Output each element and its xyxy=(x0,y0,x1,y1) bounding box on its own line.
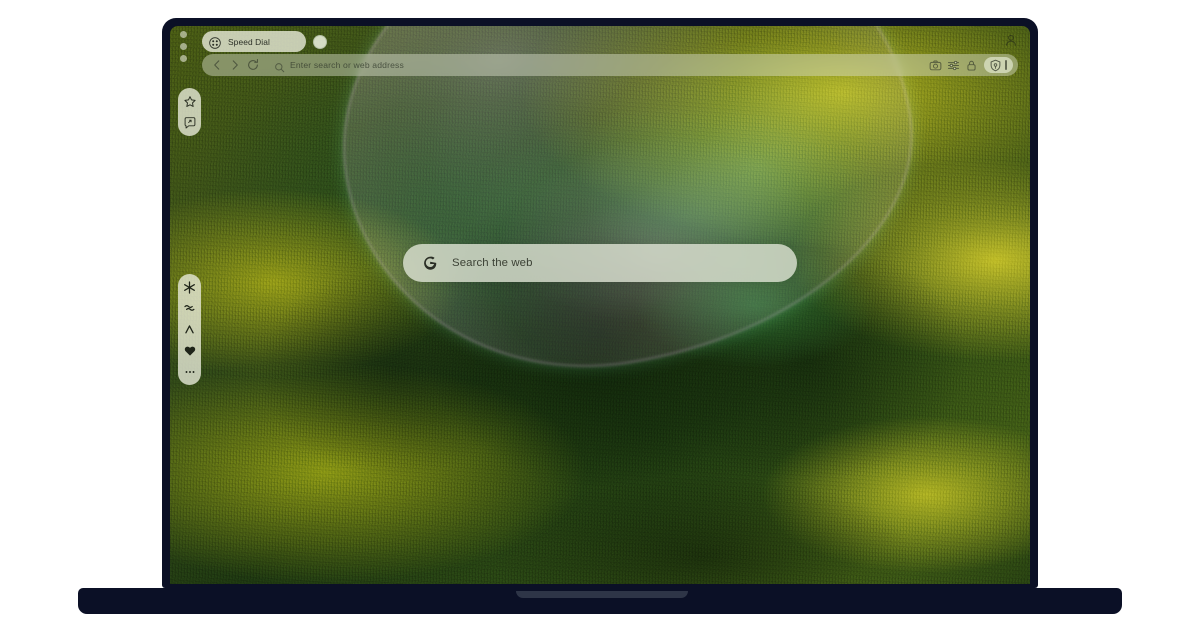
close-dot[interactable] xyxy=(180,31,187,38)
laptop-lid: Speed Dial Enter search or web address S… xyxy=(162,18,1038,588)
sidebar-item-pinboards[interactable] xyxy=(180,113,199,132)
laptop-screen: Speed Dial Enter search or web address S… xyxy=(170,26,1030,584)
sidebar-top-group xyxy=(178,88,201,136)
new-tab-button[interactable] xyxy=(313,34,327,49)
tab-strip: Speed Dial xyxy=(202,31,327,52)
address-input[interactable]: Enter search or web address xyxy=(290,60,929,70)
sidebar-item-aria-ai[interactable] xyxy=(180,278,199,297)
sidebar-item-favorites[interactable] xyxy=(180,341,199,360)
sidebar-item-bookmarks[interactable] xyxy=(180,92,199,111)
search-icon xyxy=(274,60,285,72)
camera-icon[interactable] xyxy=(929,59,942,72)
speed-dial-grid-icon xyxy=(209,36,221,49)
laptop-notch xyxy=(516,591,688,598)
search-the-web-input[interactable]: Search the web xyxy=(452,257,533,269)
sidebar-item-more[interactable] xyxy=(180,362,199,381)
sliders-icon[interactable] xyxy=(947,59,960,72)
reload-button[interactable] xyxy=(246,58,260,72)
ad-blocker-divider xyxy=(1005,60,1007,70)
sidebar-item-messengers[interactable] xyxy=(180,320,199,339)
opera-browser-window: Speed Dial Enter search or web address S… xyxy=(170,26,1030,584)
google-g-icon xyxy=(421,254,439,272)
tab-speed-dial[interactable]: Speed Dial xyxy=(202,31,306,52)
sidebar-item-music-player[interactable] xyxy=(180,299,199,318)
minimize-dot[interactable] xyxy=(180,43,187,50)
tab-title: Speed Dial xyxy=(228,36,270,47)
sidebar-bottom-group xyxy=(178,274,201,385)
shield-icon xyxy=(989,59,1002,72)
back-button[interactable] xyxy=(210,58,224,72)
address-bar[interactable]: Enter search or web address xyxy=(202,54,1018,76)
lock-icon[interactable] xyxy=(965,59,978,72)
speed-dial-search-widget[interactable]: Search the web xyxy=(403,244,797,282)
address-bar-actions xyxy=(929,57,1013,73)
forward-button[interactable] xyxy=(228,58,242,72)
maximize-dot[interactable] xyxy=(180,55,187,62)
profile-icon[interactable] xyxy=(1004,33,1018,47)
ad-blocker-button[interactable] xyxy=(984,57,1013,73)
laptop-mockup: Speed Dial Enter search or web address S… xyxy=(0,0,1200,630)
window-controls[interactable] xyxy=(180,31,187,62)
